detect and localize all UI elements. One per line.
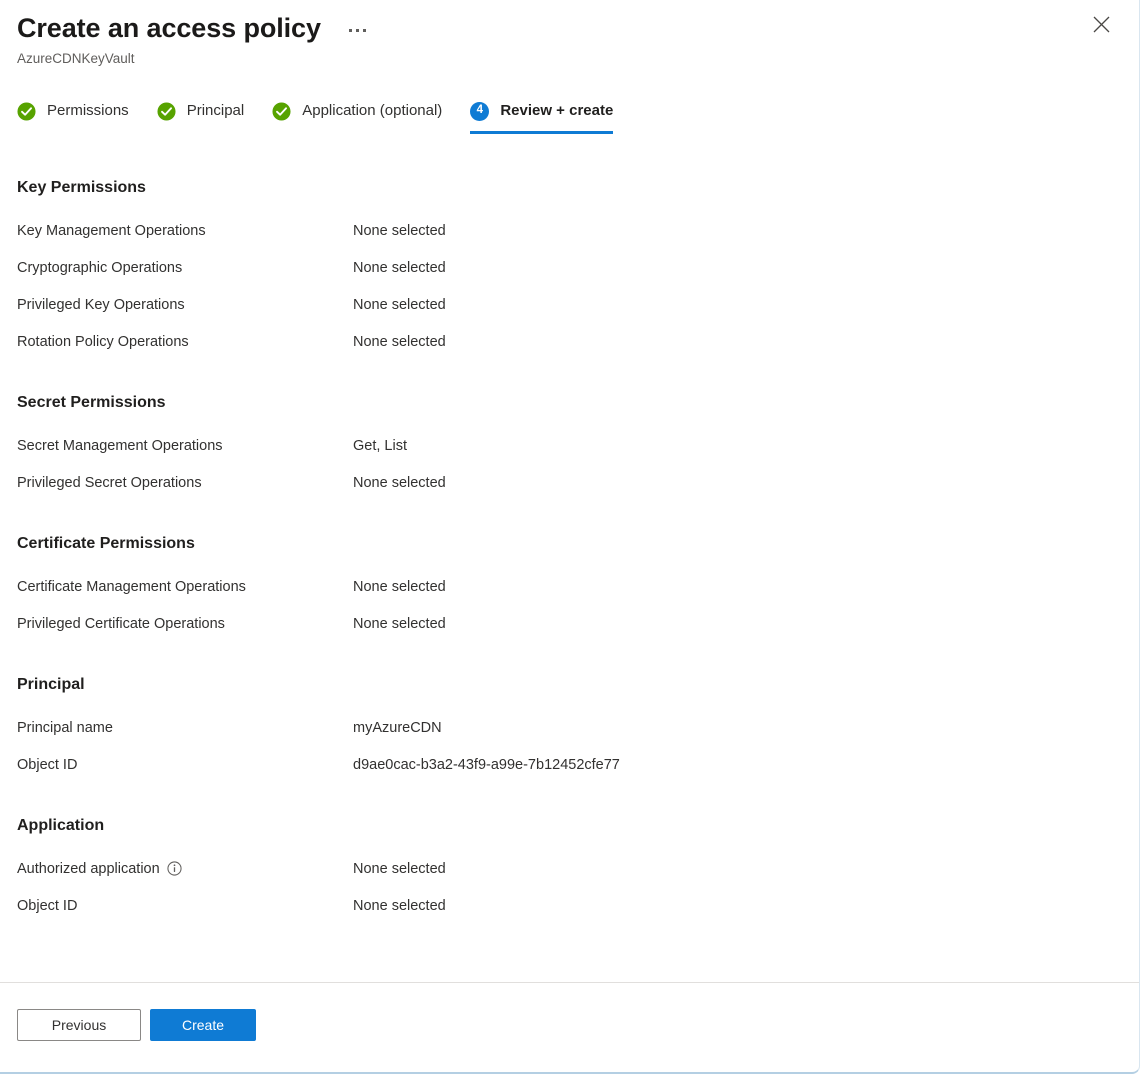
blade-footer: Previous Create (0, 982, 1139, 1072)
wizard-tabs: Permissions Principal Application (optio… (0, 92, 1139, 134)
row-value: None selected (353, 259, 446, 276)
footer-buttons: Previous Create (17, 1009, 1139, 1041)
row-value: None selected (353, 860, 446, 877)
table-row: Privileged Key Operations None selected (17, 286, 1139, 323)
row-label: Object ID (17, 897, 78, 914)
check-circle-icon (272, 101, 291, 121)
section-certificate-permissions: Certificate Permissions Certificate Mana… (17, 533, 1139, 642)
table-row: Privileged Certificate Operations None s… (17, 605, 1139, 642)
section-heading: Principal (17, 676, 85, 693)
table-row: Principal name myAzureCDN (17, 709, 1139, 746)
tab-application-optional[interactable]: Application (optional) (272, 92, 442, 130)
close-icon (1093, 16, 1109, 32)
table-row: Authorized application None selected (17, 850, 1139, 887)
row-label: Key Management Operations (17, 222, 206, 239)
review-summary: Key Permissions Key Management Operation… (0, 134, 1139, 982)
row-label: Rotation Policy Operations (17, 333, 189, 350)
row-value: None selected (353, 333, 446, 350)
blade-header: Create an access policy AzureCDNKeyVault (0, 0, 1139, 68)
row-value: None selected (353, 897, 446, 914)
table-row: Rotation Policy Operations None selected (17, 323, 1139, 360)
close-button[interactable] (1085, 8, 1117, 40)
key-permissions-table: Key Management Operations None selected … (17, 212, 1139, 360)
check-circle-icon (157, 101, 176, 121)
section-heading: Certificate Permissions (17, 535, 195, 552)
tab-review-create[interactable]: 4 Review + create (470, 92, 614, 134)
title-row: Create an access policy (0, 9, 1139, 47)
table-row: Key Management Operations None selected (17, 212, 1139, 249)
check-circle-icon (17, 101, 36, 121)
previous-button[interactable]: Previous (17, 1009, 141, 1041)
tab-label: Permissions (47, 102, 129, 119)
tab-principal[interactable]: Principal (157, 92, 245, 130)
section-principal: Principal Principal name myAzureCDN Obje… (17, 674, 1139, 783)
create-access-policy-blade: Create an access policy AzureCDNKeyVault… (0, 0, 1140, 1074)
row-value: None selected (353, 615, 446, 632)
row-label: Principal name (17, 719, 113, 736)
table-row: Object ID None selected (17, 887, 1139, 924)
tab-label: Application (optional) (302, 102, 443, 119)
table-row: Certificate Management Operations None s… (17, 568, 1139, 605)
page-subtitle: AzureCDNKeyVault (17, 51, 135, 66)
row-value: Get, List (353, 437, 407, 454)
row-value: None selected (353, 222, 446, 239)
row-value: None selected (353, 296, 446, 313)
table-row: Cryptographic Operations None selected (17, 249, 1139, 286)
ellipsis-icon (349, 25, 367, 32)
secret-permissions-table: Secret Management Operations Get, List P… (17, 427, 1139, 501)
application-table: Authorized application None selected Obj… (17, 850, 1139, 924)
row-value: d9ae0cac-b3a2-43f9-a99e-7b12452cfe77 (353, 756, 620, 773)
section-heading: Secret Permissions (17, 394, 166, 411)
page-title: Create an access policy (17, 13, 321, 43)
certificate-permissions-table: Certificate Management Operations None s… (17, 568, 1139, 642)
table-row: Secret Management Operations Get, List (17, 427, 1139, 464)
more-menu-button[interactable] (343, 15, 373, 41)
tab-label: Review + create (500, 102, 614, 119)
section-heading: Key Permissions (17, 179, 146, 196)
tab-permissions[interactable]: Permissions (17, 92, 129, 130)
row-label: Certificate Management Operations (17, 578, 246, 595)
tab-label: Principal (186, 102, 245, 119)
section-key-permissions: Key Permissions Key Management Operation… (17, 177, 1139, 360)
section-application: Application Authorized application None … (17, 815, 1139, 924)
row-label: Authorized application (17, 860, 160, 877)
row-label: Privileged Key Operations (17, 296, 185, 313)
section-secret-permissions: Secret Permissions Secret Management Ope… (17, 392, 1139, 501)
row-label: Secret Management Operations (17, 437, 223, 454)
info-icon[interactable] (167, 861, 182, 876)
table-row: Privileged Secret Operations None select… (17, 464, 1139, 501)
row-value: None selected (353, 578, 446, 595)
step-number-badge: 4 (470, 101, 490, 121)
row-label: Object ID (17, 756, 78, 773)
create-button[interactable]: Create (150, 1009, 256, 1041)
principal-table: Principal name myAzureCDN Object ID d9ae… (17, 709, 1139, 783)
section-heading: Application (17, 817, 105, 834)
row-label: Cryptographic Operations (17, 259, 183, 276)
row-label-cell: Authorized application (17, 850, 353, 887)
row-value: myAzureCDN (353, 719, 442, 736)
table-row: Object ID d9ae0cac-b3a2-43f9-a99e-7b1245… (17, 746, 1139, 783)
row-value: None selected (353, 474, 446, 491)
row-label: Privileged Certificate Operations (17, 615, 225, 632)
row-label: Privileged Secret Operations (17, 474, 202, 491)
